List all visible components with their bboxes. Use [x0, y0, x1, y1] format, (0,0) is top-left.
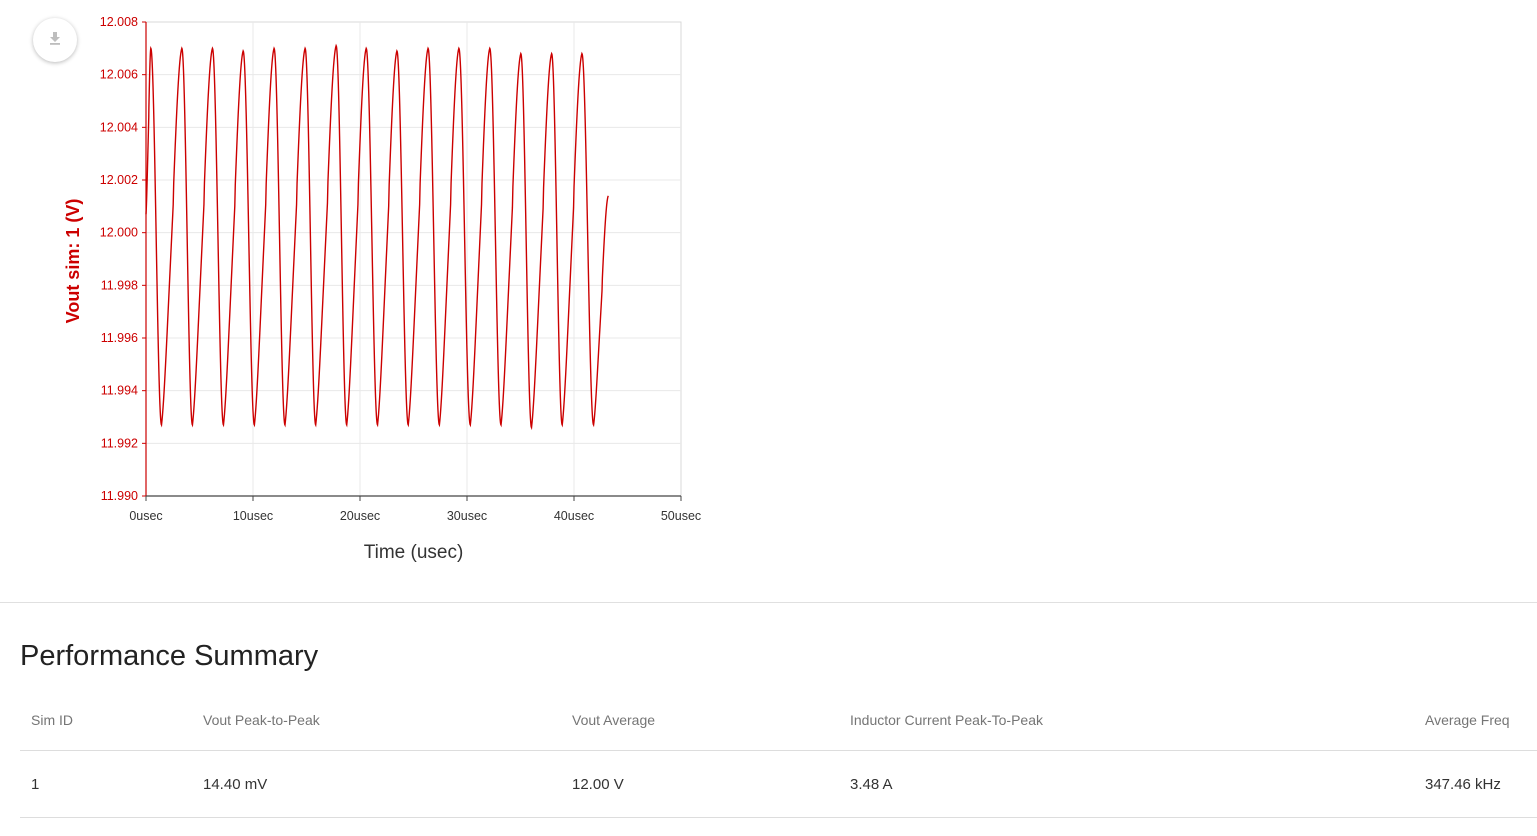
y-tick-label: 11.992 [101, 436, 138, 450]
performance-summary-table: Sim ID Vout Peak-to-Peak Vout Average In… [20, 690, 1537, 818]
col-header-sim-id: Sim ID [20, 690, 192, 751]
col-header-vout-avg: Vout Average [561, 690, 839, 751]
col-header-vout-p2p: Vout Peak-to-Peak [192, 690, 561, 751]
plot-frame [145, 21, 682, 497]
y-tick-label: 11.990 [101, 489, 138, 503]
y-tick-label: 12.006 [100, 68, 138, 82]
x-tick-label: 30usec [447, 509, 487, 523]
x-tick-label: 0usec [129, 509, 162, 523]
cell-vout-p2p: 14.40 mV [192, 750, 561, 818]
cell-sim-id: 1 [20, 750, 192, 818]
col-header-avg-freq: Average Freq [1414, 690, 1537, 751]
x-tick-label: 50usec [661, 509, 701, 523]
y-tick-label: 11.996 [101, 331, 138, 345]
summary-title: Performance Summary [20, 640, 319, 672]
table-header-row: Sim ID Vout Peak-to-Peak Vout Average In… [20, 690, 1537, 751]
y-tick-label: 11.994 [101, 384, 138, 398]
x-axis-label: Time (usec) [364, 542, 464, 563]
cell-vout-avg: 12.00 V [561, 750, 839, 818]
y-axis-label: Vout sim: 1 (V) [63, 199, 83, 324]
cell-avg-freq: 347.46 kHz [1414, 750, 1537, 818]
y-tick-label: 12.000 [100, 226, 138, 240]
y-tick-label: 12.002 [100, 173, 138, 187]
x-tick-label: 20usec [340, 509, 380, 523]
cell-inductor-p2p: 3.48 A [839, 750, 1414, 818]
vout-chart: 11.990 11.992 11.994 11.996 11.998 12.000 12.0… [63, 15, 701, 563]
y-tick-label: 11.998 [101, 278, 138, 292]
y-tick-label: 12.008 [100, 15, 138, 29]
series-line-vout [145, 43, 609, 431]
x-tick-label: 40usec [554, 509, 594, 523]
section-divider [0, 602, 1537, 603]
table-row: 1 14.40 mV 12.00 V 3.48 A 347.46 kHz [20, 750, 1537, 818]
y-tick-label: 12.004 [100, 120, 138, 134]
col-header-inductor-p2p: Inductor Current Peak-To-Peak [839, 690, 1414, 751]
x-tick-label: 10usec [233, 509, 273, 523]
